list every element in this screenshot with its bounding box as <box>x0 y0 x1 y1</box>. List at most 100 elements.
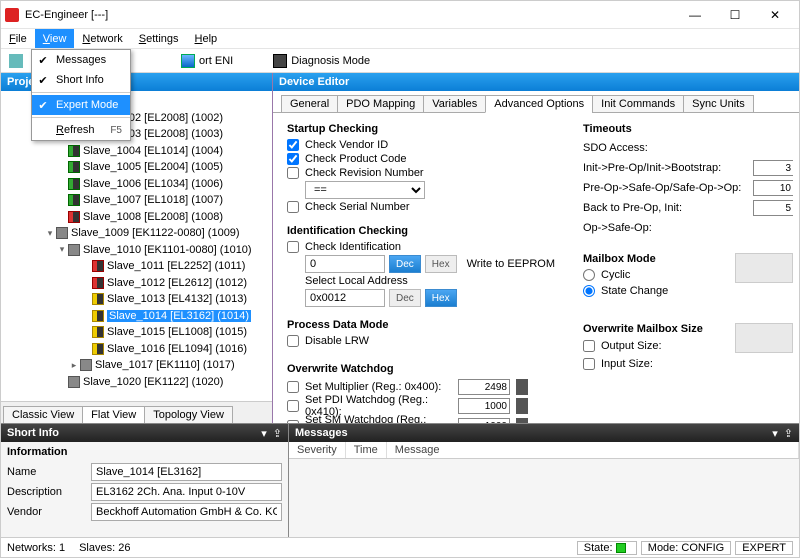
tree-node[interactable]: Slave_1013 [EL4132] (1013) <box>1 291 272 308</box>
ident-hex-button[interactable]: Hex <box>425 255 457 273</box>
node-label: Slave_1020 [EK1122] (1020) <box>83 376 223 388</box>
radio-state-change[interactable] <box>583 285 595 297</box>
close-button[interactable]: ✕ <box>755 2 795 28</box>
menu-settings[interactable]: Settings <box>131 29 187 48</box>
tree-node[interactable]: Slave_1016 [EL1094] (1016) <box>1 341 272 358</box>
write-eeprom-link[interactable]: Write to EEPROM <box>467 258 555 270</box>
menu-short-info[interactable]: ✔Short Info <box>32 70 130 90</box>
identification-value-input[interactable] <box>305 255 385 273</box>
chk-revision-number[interactable] <box>287 167 299 179</box>
device-editor-panel: Device Editor General PDO Mapping Variab… <box>273 73 799 423</box>
tool-icon-1 <box>9 54 23 68</box>
tab-general[interactable]: General <box>281 95 338 113</box>
tab-variables[interactable]: Variables <box>423 95 486 113</box>
node-label: Slave_1009 [EK1122-0080] (1009) <box>71 227 240 239</box>
node-label: Slave_1014 [EL3162] (1014) <box>107 310 251 322</box>
node-label: Slave_1012 [EL2612] (1012) <box>107 277 247 289</box>
timeout-init-input[interactable] <box>753 160 793 176</box>
local-hex-button[interactable]: Hex <box>425 289 457 307</box>
export-eni-button[interactable]: ort ENI <box>177 52 237 70</box>
mailbox-mode-title: Mailbox Mode <box>583 253 725 265</box>
diagnosis-icon <box>273 54 287 68</box>
tab-init-commands[interactable]: Init Commands <box>592 95 684 113</box>
diagnosis-mode-button[interactable]: Diagnosis Mode <box>269 52 374 70</box>
info-name-input[interactable] <box>91 463 282 481</box>
dropdown-icon[interactable]: ▾ <box>261 427 267 440</box>
col-time[interactable]: Time <box>346 442 387 458</box>
chk-vendor-id[interactable] <box>287 139 299 151</box>
wdg-multiplier-value[interactable] <box>458 379 510 395</box>
node-icon <box>68 161 80 173</box>
short-info-panel: Short Info ▾⇪ Information Name Descripti… <box>1 424 289 537</box>
menu-view[interactable]: View <box>35 29 75 48</box>
tree-node[interactable]: Slave_1006 [EL1034] (1006) <box>1 176 272 193</box>
tab-classic-view[interactable]: Classic View <box>3 406 83 423</box>
tree-node[interactable]: Slave_1007 [EL1018] (1007) <box>1 192 272 209</box>
spinner-icon[interactable] <box>516 398 528 414</box>
tree-node[interactable]: Slave_1011 [EL2252] (1011) <box>1 258 272 275</box>
maximize-button[interactable]: ☐ <box>715 2 755 28</box>
tree-node[interactable]: Slave_1015 [EL1008] (1015) <box>1 324 272 341</box>
radio-cyclic[interactable] <box>583 269 595 281</box>
chk-input-size[interactable] <box>583 358 595 370</box>
menu-messages[interactable]: ✔Messages <box>32 50 130 70</box>
menu-file[interactable]: File <box>1 29 35 48</box>
tab-topology-view[interactable]: Topology View <box>144 406 233 423</box>
status-state: State: <box>577 541 637 555</box>
tree-node[interactable]: ▾Slave_1009 [EK1122-0080] (1009) <box>1 225 272 242</box>
startup-checking-title: Startup Checking <box>287 123 565 135</box>
menu-expert-mode[interactable]: ✔Expert Mode <box>32 95 130 115</box>
pin-icon[interactable]: ⇪ <box>784 427 793 440</box>
dropdown-icon[interactable]: ▾ <box>772 427 778 440</box>
tab-sync-units[interactable]: Sync Units <box>683 95 754 113</box>
local-address-input[interactable] <box>305 289 385 307</box>
tree-view-tabs: Classic View Flat View Topology View <box>1 401 272 423</box>
messages-header: Messages ▾⇪ <box>289 424 799 442</box>
tree-node[interactable]: Slave_1005 [EL2004] (1005) <box>1 159 272 176</box>
col-message[interactable]: Message <box>387 442 799 458</box>
chk-wdg-pdi[interactable] <box>287 400 299 412</box>
minimize-button[interactable]: — <box>675 2 715 28</box>
tree-node[interactable]: ▾Slave_1010 [EK1101-0080] (1010) <box>1 242 272 259</box>
toolbar-btn-1[interactable] <box>5 52 27 70</box>
pin-icon[interactable]: ⇪ <box>273 427 282 440</box>
tree-node[interactable]: Slave_1004 [EL1014] (1004) <box>1 143 272 160</box>
timeout-preop-input[interactable] <box>753 180 793 196</box>
window-title: EC-Engineer [---] <box>25 9 675 21</box>
info-vendor-input[interactable] <box>91 503 282 521</box>
chk-serial-number[interactable] <box>287 201 299 213</box>
revision-operator-select[interactable]: == <box>305 181 425 199</box>
local-dec-button[interactable]: Dec <box>389 289 421 307</box>
tab-flat-view[interactable]: Flat View <box>82 406 145 423</box>
chk-wdg-multiplier[interactable] <box>287 381 299 393</box>
export-eni-icon <box>181 54 195 68</box>
chk-disable-lrw[interactable] <box>287 335 299 347</box>
mailbox-mode-button[interactable] <box>735 253 793 283</box>
tree-node[interactable]: ▸Slave_1017 [EK1110] (1017) <box>1 357 272 374</box>
chk-product-code[interactable] <box>287 153 299 165</box>
chk-identification[interactable] <box>287 241 299 253</box>
status-expert: EXPERT <box>735 541 793 555</box>
tree-node[interactable]: Slave_1014 [EL3162] (1014) <box>1 308 272 325</box>
menu-refresh[interactable]: RefreshF5 <box>32 120 130 140</box>
device-editor-header: Device Editor <box>273 73 799 91</box>
mailbox-size-button[interactable] <box>735 323 793 353</box>
chk-output-size[interactable] <box>583 340 595 352</box>
node-icon <box>92 343 104 355</box>
ident-dec-button[interactable]: Dec <box>389 255 421 273</box>
menu-help[interactable]: Help <box>187 29 226 48</box>
node-label: Slave_1011 [EL2252] (1011) <box>107 260 245 272</box>
select-local-label: Select Local Address <box>305 275 408 287</box>
spinner-icon[interactable] <box>516 379 528 395</box>
timeouts-title: Timeouts <box>583 123 793 135</box>
tree-node[interactable]: Slave_1012 [EL2612] (1012) <box>1 275 272 292</box>
info-description-input[interactable] <box>91 483 282 501</box>
menu-network[interactable]: Network <box>74 29 130 48</box>
col-severity[interactable]: Severity <box>289 442 346 458</box>
tab-advanced-options[interactable]: Advanced Options <box>485 95 593 113</box>
timeout-back-input[interactable] <box>753 200 793 216</box>
wdg-pdi-value[interactable] <box>458 398 510 414</box>
tree-node[interactable]: Slave_1008 [EL2008] (1008) <box>1 209 272 226</box>
tab-pdo-mapping[interactable]: PDO Mapping <box>337 95 424 113</box>
tree-node[interactable]: Slave_1020 [EK1122] (1020) <box>1 374 272 391</box>
